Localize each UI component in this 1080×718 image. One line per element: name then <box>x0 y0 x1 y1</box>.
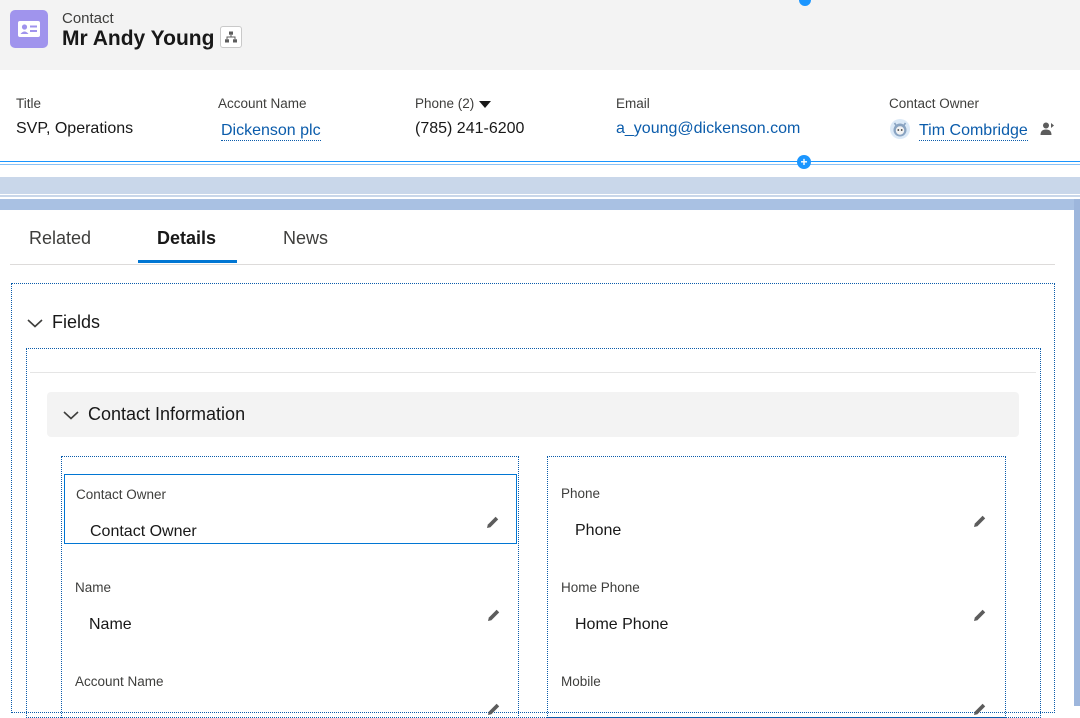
chevron-down-icon[interactable] <box>62 409 80 421</box>
layout-band-lower <box>0 199 1080 210</box>
field-label: Contact Owner <box>76 487 167 502</box>
hierarchy-button[interactable] <box>220 26 242 48</box>
section-divider <box>30 372 1036 373</box>
account-name-label: Account Name <box>218 96 307 111</box>
pencil-icon[interactable] <box>486 515 500 529</box>
account-name-value[interactable]: Dickenson plc <box>221 122 321 141</box>
record-header: Contact Mr Andy Young <box>0 0 1080 70</box>
chevron-down-icon[interactable] <box>26 317 44 329</box>
pencil-icon[interactable] <box>487 702 501 716</box>
tab-related[interactable]: Related <box>29 228 91 249</box>
title-label: Title <box>16 96 42 111</box>
band-divider <box>0 194 1080 195</box>
field-account-name[interactable]: Account Name <box>64 662 517 715</box>
phone-value: (785) 241-6200 <box>415 120 525 137</box>
email-label: Email <box>616 96 650 111</box>
field-value: Home Phone <box>575 616 669 633</box>
field-name[interactable]: Name Name <box>64 568 517 638</box>
email-link[interactable]: a_young@dickenson.com <box>616 120 800 138</box>
pencil-icon[interactable] <box>973 514 987 528</box>
right-rail <box>1074 199 1080 706</box>
owner-avatar <box>889 118 911 140</box>
account-name-link[interactable]: Dickenson plc <box>221 122 321 141</box>
record-name: Mr Andy Young <box>62 27 215 50</box>
phone-label: Phone (2) <box>415 96 475 111</box>
highlights-panel: Title SVP, Operations Account Name Dicke… <box>0 70 1080 162</box>
active-tab-indicator <box>138 260 237 263</box>
field-label: Name <box>75 580 112 595</box>
field-label: Account Name <box>75 674 164 689</box>
dropzone-line <box>0 161 1080 162</box>
phone-dropdown[interactable]: Phone (2) <box>415 96 492 111</box>
hierarchy-icon <box>225 31 237 43</box>
field-value: Phone <box>575 522 622 539</box>
contact-owner-link[interactable]: Tim Combridge <box>919 122 1028 141</box>
change-owner-icon[interactable] <box>1039 121 1055 137</box>
contact-card-icon <box>10 10 48 48</box>
contact-owner-value[interactable]: Tim Combridge <box>919 122 1028 141</box>
caret-down-icon[interactable] <box>479 100 492 108</box>
field-mobile[interactable]: Mobile <box>550 662 1003 715</box>
title-value: SVP, Operations <box>16 120 134 137</box>
tab-details[interactable]: Details <box>157 228 216 249</box>
add-component-icon[interactable]: + <box>797 155 811 169</box>
field-label: Phone <box>561 486 601 501</box>
fields-section-label: Fields <box>52 312 101 332</box>
pencil-icon[interactable] <box>973 608 987 622</box>
fields-section-toggle[interactable]: Fields <box>26 312 100 333</box>
tab-news[interactable]: News <box>283 228 328 249</box>
field-label: Home Phone <box>561 580 640 595</box>
contact-information-section[interactable]: Contact Information <box>47 392 1019 437</box>
contact-owner-label: Contact Owner <box>889 96 980 111</box>
field-home-phone[interactable]: Home Phone Home Phone <box>550 568 1003 638</box>
object-type-label: Contact <box>62 10 114 27</box>
field-phone[interactable]: Phone Phone <box>550 474 1003 544</box>
field-contact-owner[interactable]: Contact Owner Contact Owner <box>64 474 517 544</box>
field-label: Mobile <box>561 674 601 689</box>
contact-information-label: Contact Information <box>88 404 246 424</box>
field-value: Name <box>89 616 132 633</box>
dropzone-line-secondary <box>0 164 1080 165</box>
field-value: Contact Owner <box>90 523 197 540</box>
pencil-icon[interactable] <box>487 608 501 622</box>
tab-bar: Related Details News <box>10 210 1055 265</box>
pencil-icon[interactable] <box>973 702 987 716</box>
